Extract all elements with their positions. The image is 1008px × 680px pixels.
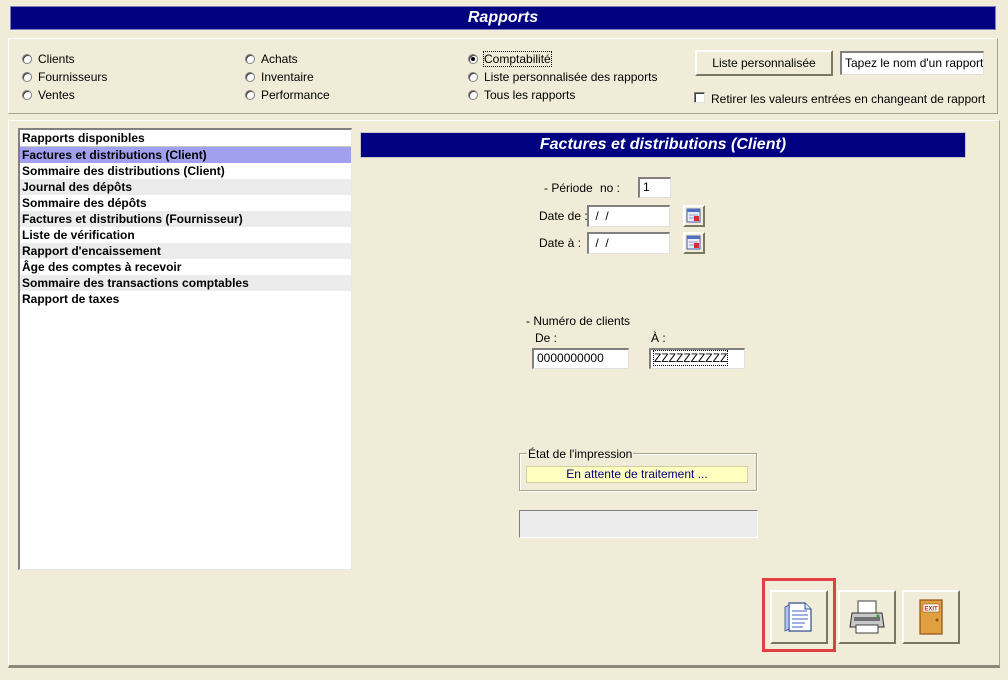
report-list-item[interactable]: Rapport d'encaissement — [20, 243, 351, 259]
period-label: - Période — [544, 181, 593, 195]
reset-values-checkbox[interactable] — [694, 92, 705, 103]
window-title: Rapports — [10, 6, 996, 30]
radio-inventaire-dot[interactable] — [245, 72, 255, 82]
report-list-item[interactable]: Sommaire des dépôts — [20, 195, 351, 211]
client-to-label: À : — [651, 331, 666, 345]
radio-liste-personnalisee[interactable]: Liste personnalisée des rapports — [468, 69, 657, 85]
radio-performance-label: Performance — [261, 88, 330, 102]
date-to-calendar-button[interactable] — [683, 232, 705, 254]
radio-ventes-dot[interactable] — [22, 90, 32, 100]
radio-clients-dot[interactable] — [22, 54, 32, 64]
radio-achats-label: Achats — [261, 52, 298, 66]
radio-clients-label: Clients — [38, 52, 75, 66]
radio-fournisseurs-dot[interactable] — [22, 72, 32, 82]
radio-comptabilite[interactable]: Comptabilité — [468, 51, 552, 67]
radio-inventaire[interactable]: Inventaire — [245, 69, 314, 85]
radio-ventes[interactable]: Ventes — [22, 87, 75, 103]
print-button[interactable] — [838, 590, 896, 644]
report-list-item[interactable]: Rapport de taxes — [20, 291, 351, 307]
radio-performance[interactable]: Performance — [245, 87, 330, 103]
client-to-value: ZZZZZZZZZZ — [652, 350, 729, 366]
radio-fournisseurs-label: Fournisseurs — [38, 70, 108, 84]
radio-inventaire-label: Inventaire — [261, 70, 314, 84]
custom-list-button[interactable]: Liste personnalisée — [695, 50, 833, 76]
radio-fournisseurs[interactable]: Fournisseurs — [22, 69, 107, 85]
period-no-input[interactable]: 1 — [638, 177, 671, 198]
exit-sign-text: EXIT — [924, 607, 938, 613]
report-list-item[interactable]: Liste de vérification — [20, 227, 351, 243]
report-name-input[interactable]: Tapez le nom d'un rapport — [840, 51, 984, 75]
client-to-input[interactable]: ZZZZZZZZZZ — [649, 348, 745, 369]
calendar-icon — [686, 208, 701, 223]
report-list-item[interactable]: Sommaire des distributions (Client) — [20, 163, 351, 179]
client-from-label: De : — [535, 331, 558, 345]
date-to-input[interactable]: / / — [587, 232, 670, 254]
report-list-item[interactable]: Factures et distributions (Fournisseur) — [20, 211, 351, 227]
report-section-title: Factures et distributions (Client) — [360, 132, 966, 158]
radio-tous-rapports-dot[interactable] — [468, 90, 478, 100]
period-no-label: no : — [600, 181, 621, 195]
report-list[interactable]: Rapports disponibles Factures et distrib… — [18, 128, 352, 570]
report-list-item[interactable]: Factures et distributions (Client) — [20, 147, 351, 163]
reset-values-label: Retirer les valeurs entrées en changeant… — [711, 92, 986, 106]
calendar-icon — [686, 235, 701, 250]
date-from-calendar-button[interactable] — [683, 205, 705, 227]
radio-tous-rapports-label: Tous les rapports — [484, 88, 576, 102]
progress-box — [519, 510, 758, 538]
radio-tous-rapports[interactable]: Tous les rapports — [468, 87, 575, 103]
date-from-input[interactable]: / / — [587, 205, 670, 227]
radio-achats-dot[interactable] — [245, 54, 255, 64]
radio-achats[interactable]: Achats — [245, 51, 298, 67]
client-from-input[interactable]: 0000000000 — [532, 348, 629, 369]
radio-clients[interactable]: Clients — [22, 51, 75, 67]
date-to-label: Date à : — [539, 236, 582, 250]
exit-button[interactable]: EXIT — [902, 590, 960, 644]
radio-comptabilite-dot[interactable] — [468, 54, 478, 64]
print-status-label: État de l'impression — [527, 447, 634, 461]
report-list-item[interactable]: Sommaire des transactions comptables — [20, 275, 351, 291]
radio-ventes-label: Ventes — [38, 88, 75, 102]
exit-door-icon: EXIT — [919, 599, 943, 635]
printer-icon — [849, 600, 885, 634]
radio-liste-personnalisee-dot[interactable] — [468, 72, 478, 82]
radio-liste-personnalisee-label: Liste personnalisée des rapports — [484, 70, 658, 84]
highlight-box — [762, 578, 836, 652]
client-number-label: - Numéro de clients — [526, 314, 631, 328]
report-list-header: Rapports disponibles — [20, 130, 351, 147]
print-status-value: En attente de traitement ... — [526, 466, 748, 483]
radio-comptabilite-label: Comptabilité — [483, 51, 552, 67]
date-from-label: Date de : — [539, 209, 588, 223]
report-list-item[interactable]: Âge des comptes à recevoir — [20, 259, 351, 275]
report-list-item[interactable]: Journal des dépôts — [20, 179, 351, 195]
radio-performance-dot[interactable] — [245, 90, 255, 100]
